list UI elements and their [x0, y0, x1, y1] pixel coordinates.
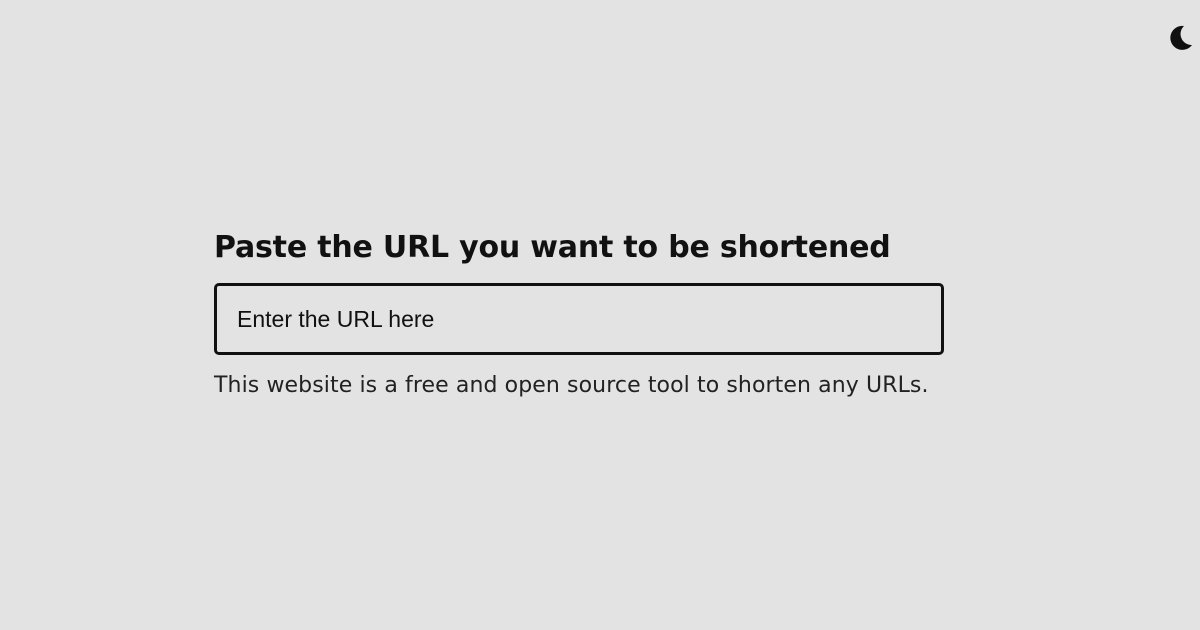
site-description: This website is a free and open source t… [214, 373, 929, 398]
theme-toggle-button[interactable] [1164, 22, 1196, 54]
page-title: Paste the URL you want to be shortened [214, 230, 891, 265]
url-input[interactable] [214, 283, 944, 355]
moon-icon [1170, 25, 1192, 50]
main-content: Paste the URL you want to be shortened T… [214, 228, 944, 403]
